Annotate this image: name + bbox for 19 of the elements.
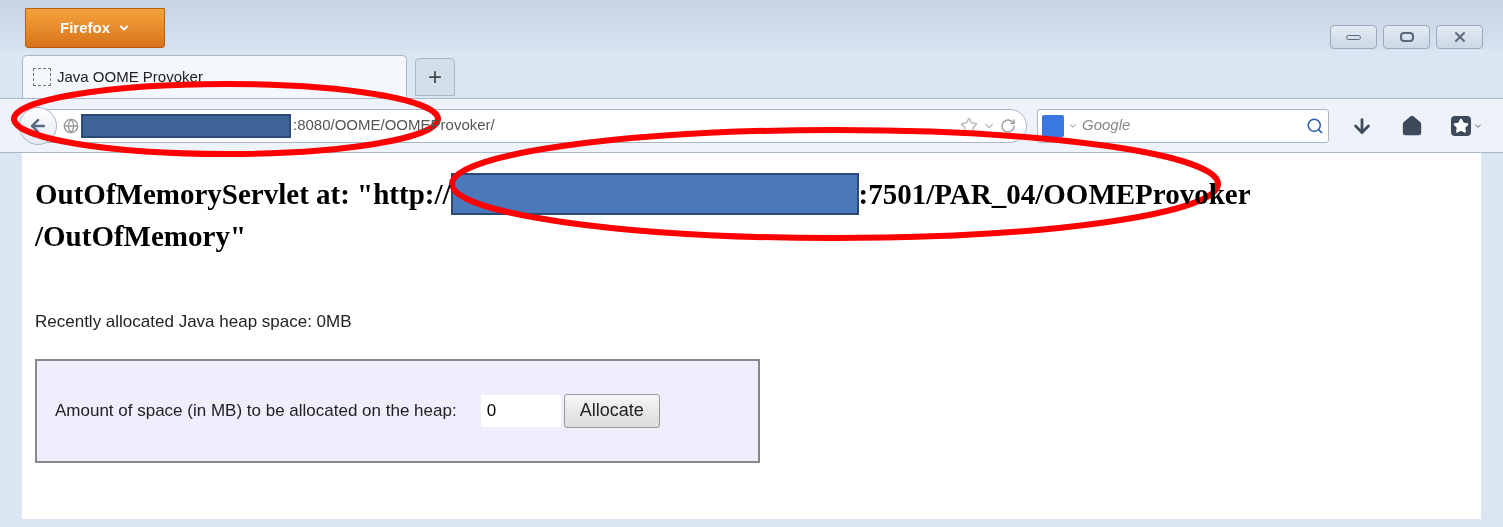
close-button[interactable] <box>1436 25 1483 49</box>
page-icon <box>33 68 51 86</box>
search-field[interactable]: Google <box>1037 108 1329 143</box>
amount-label: Amount of space (in MB) to be allocated on the heap: <box>55 399 457 422</box>
maximize-button[interactable] <box>1383 25 1430 49</box>
new-tab-button[interactable]: + <box>415 58 455 96</box>
search-engine-icon[interactable] <box>1042 114 1064 137</box>
search-input[interactable]: Google <box>1082 114 1302 137</box>
amount-field[interactable]: 0 <box>480 394 561 427</box>
home-icon[interactable] <box>1401 114 1423 137</box>
minimize-button[interactable] <box>1330 25 1377 49</box>
page-heading: /OutOfMemory" <box>35 220 246 252</box>
page-heading: OutOfMemoryServlet at: "http:// <box>35 177 451 212</box>
search-icon[interactable] <box>1306 116 1324 135</box>
reload-icon[interactable] <box>1000 117 1016 134</box>
allocate-button[interactable]: Allocate <box>563 393 660 428</box>
bookmarks-menu-icon[interactable] <box>1451 115 1483 136</box>
status-text: Recently allocated Java heap space: 0MB <box>35 311 353 333</box>
globe-icon <box>63 117 79 134</box>
